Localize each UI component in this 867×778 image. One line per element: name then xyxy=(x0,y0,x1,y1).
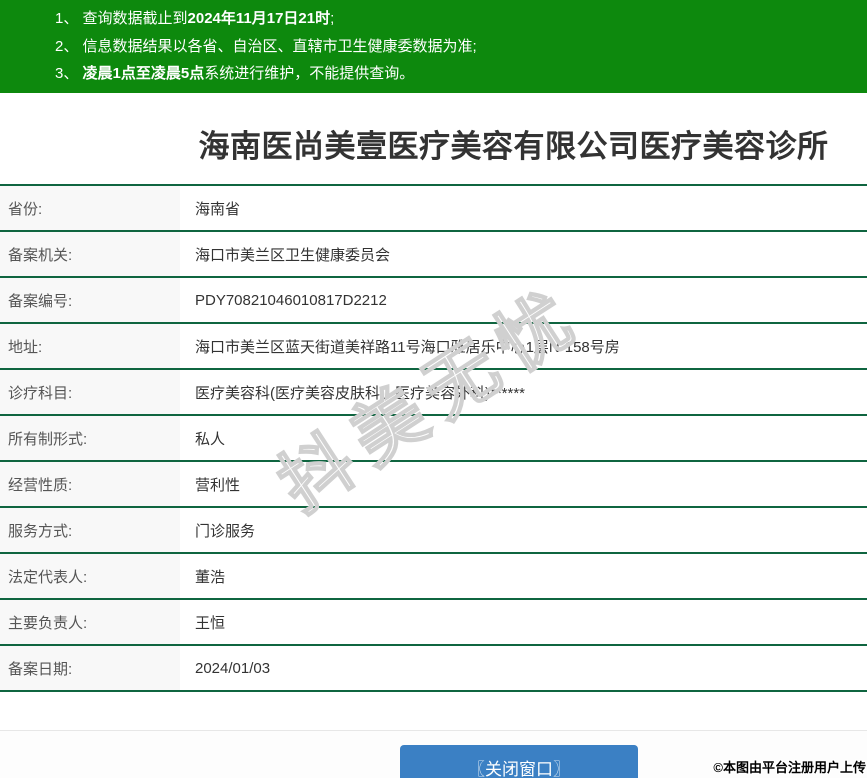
row-label: 省份: xyxy=(0,186,180,230)
table-row-filing-date: 备案日期: 2024/01/03 xyxy=(0,646,867,692)
table-row-ownership-form: 所有制形式: 私人 xyxy=(0,416,867,462)
row-label: 法定代表人: xyxy=(0,554,180,598)
row-label: 备案日期: xyxy=(0,646,180,690)
table-row-operating-nature: 经营性质: 营利性 xyxy=(0,462,867,508)
row-label: 备案机关: xyxy=(0,232,180,276)
notice-1-text: 1、 查询数据截止到 xyxy=(55,10,188,27)
table-row-filing-number: 备案编号: PDY70821046010817D2212 xyxy=(0,278,867,324)
row-value: 私人 xyxy=(195,430,226,448)
row-value: 2024/01/03 xyxy=(195,659,271,677)
row-value: 董浩 xyxy=(195,568,226,586)
notice-line-2: 2、 信息数据结果以各省、自治区、直辖市卫生健康委数据为准; xyxy=(55,33,857,61)
row-label: 地址: xyxy=(0,324,180,368)
facility-detail-table: 省份: 海南省 备案机关: 海口市美兰区卫生健康委员会 备案编号: PDY708… xyxy=(0,184,867,692)
row-label: 服务方式: xyxy=(0,508,180,552)
row-label: 备案编号: xyxy=(0,278,180,322)
table-row-filing-authority: 备案机关: 海口市美兰区卫生健康委员会 xyxy=(0,232,867,278)
upload-credit-watermark: ©本图由平台注册用户上传 xyxy=(713,760,866,775)
notice-3-suffix: 系统进行维护，不能提供查询。 xyxy=(204,65,415,82)
notice-bar: 1、 查询数据截止到2024年11月17日21时; 2、 信息数据结果以各省、自… xyxy=(0,0,867,93)
row-value: 门诊服务 xyxy=(195,522,256,540)
row-value: 海南省 xyxy=(195,200,241,218)
table-row-province: 省份: 海南省 xyxy=(0,186,867,232)
table-row-treatment-subjects: 诊疗科目: 医疗美容科(医疗美容皮肤科、医疗美容外科)****** xyxy=(0,370,867,416)
table-row-principal: 主要负责人: 王恒 xyxy=(0,600,867,646)
table-row-address: 地址: 海口市美兰区蓝天街道美祥路11号海口雅居乐中心1层N-158号房 xyxy=(0,324,867,370)
notice-line-3: 3、 凌晨1点至凌晨5点系统进行维护，不能提供查询。 xyxy=(55,60,857,88)
row-label: 所有制形式: xyxy=(0,416,180,460)
table-row-service-mode: 服务方式: 门诊服务 xyxy=(0,508,867,554)
close-window-button[interactable]: 〖关闭窗口〗 xyxy=(400,745,638,778)
row-label: 经营性质: xyxy=(0,462,180,506)
row-value: 营利性 xyxy=(195,476,241,494)
row-label: 主要负责人: xyxy=(0,600,180,644)
row-value: 王恒 xyxy=(195,614,226,632)
page-title: 海南医尚美壹医疗美容有限公司医疗美容诊所 xyxy=(198,129,829,164)
table-row-legal-representative: 法定代表人: 董浩 xyxy=(0,554,867,600)
row-value: 海口市美兰区卫生健康委员会 xyxy=(195,246,391,264)
row-label: 诊疗科目: xyxy=(0,370,180,414)
notice-2-text: 2、 信息数据结果以各省、自治区、直辖市卫生健康委数据为准; xyxy=(55,37,477,55)
notice-3-text: 3、 xyxy=(55,65,83,82)
row-value: 海口市美兰区蓝天街道美祥路11号海口雅居乐中心1层N-158号房 xyxy=(195,338,620,356)
row-value: 医疗美容科(医疗美容皮肤科、医疗美容外科)****** xyxy=(195,384,526,402)
notice-1-suffix: ; xyxy=(330,10,335,27)
notice-line-1: 1、 查询数据截止到2024年11月17日21时; xyxy=(55,5,857,33)
notice-1-bold: 2024年11月17日21时 xyxy=(187,10,331,27)
notice-3-bold: 凌晨1点至凌晨5点 xyxy=(82,65,205,82)
row-value: PDY70821046010817D2212 xyxy=(195,291,387,309)
